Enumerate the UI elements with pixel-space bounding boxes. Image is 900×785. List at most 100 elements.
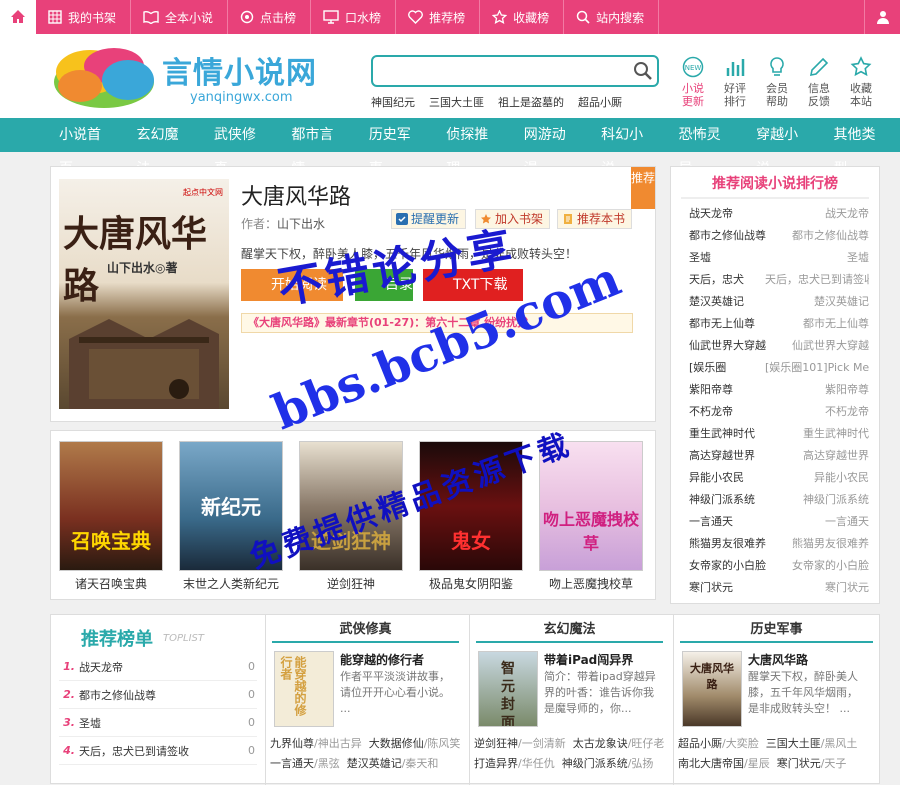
nav-time-travel[interactable]: 穿越小说 [745, 118, 822, 177]
nav-scifi[interactable]: 科幻小说 [590, 118, 667, 177]
rank-item[interactable]: 重生武神时代 重生武神时代 [689, 423, 869, 445]
rank-item[interactable]: 紫阳帝尊 紫阳帝尊 [689, 379, 869, 401]
rank-item[interactable]: 寒门状元 寒门状元 [689, 577, 869, 599]
book-link[interactable]: 大数据修仙/陈风笑 [369, 737, 461, 750]
rank-item[interactable]: 楚汉英雄记 楚汉英雄记 [689, 291, 869, 313]
toplist-row[interactable]: 1. 战天龙帝 0 [59, 653, 257, 681]
rank-item-title: 一言通天 [689, 515, 733, 528]
recommend-book-button[interactable]: 推荐本书 [557, 209, 633, 229]
featured-title[interactable]: 大唐风华路 [241, 179, 641, 211]
rank-item[interactable]: 仙武世界大穿越 仙武世界大穿越 [689, 335, 869, 357]
rank-item[interactable]: 天后，忠犬 天后，忠犬已到请签收 [689, 269, 869, 291]
book-card[interactable]: 鬼女 极品鬼女阴阳鉴 [419, 441, 523, 592]
category-book-desc: 醒掌天下权，醉卧美人膝，五千年风华烟雨，是非成败转头空！ ... [748, 670, 858, 715]
nav-detective[interactable]: 侦探推理 [435, 118, 512, 177]
home-button[interactable] [0, 0, 36, 34]
category-cover[interactable]: 大唐风华路 [682, 651, 742, 727]
toplist-row[interactable]: 4. 天后，忠犬已到请签收 0 [59, 737, 257, 765]
add-bookshelf-button[interactable]: 加入书架 [475, 209, 551, 229]
category-cover[interactable]: 能穿越的修行者 [274, 651, 334, 727]
txt-download-button[interactable]: TXT下载 [423, 269, 523, 301]
category-book-title[interactable]: 大唐风华路 [748, 651, 808, 668]
hot-word[interactable]: 神国纪元 [371, 94, 415, 110]
hot-word[interactable]: 超品小厮 [578, 94, 622, 110]
comment-rank-link[interactable]: 口水榜 [311, 0, 397, 34]
tool-label: 帮助 [766, 95, 788, 108]
feedback-link[interactable]: 信息 反馈 [798, 56, 840, 108]
good-review-rank-link[interactable]: 好评 排行 [714, 56, 756, 108]
nav-fantasy[interactable]: 玄幻魔法 [125, 118, 202, 177]
hot-word[interactable]: 祖上是盗墓的 [498, 94, 564, 110]
bookmark-site-link[interactable]: 收藏 本站 [840, 56, 882, 108]
favorite-rank-link[interactable]: 收藏榜 [480, 0, 565, 34]
book-link[interactable]: 神级门派系统/弘扬 [562, 757, 654, 770]
book-card[interactable]: 逆剑狂神 逆剑狂神 [299, 441, 403, 592]
book-link[interactable]: 超品小厮/大奕脸 [678, 737, 759, 750]
search-input[interactable] [379, 57, 629, 85]
site-search-link[interactable]: 站内搜索 [564, 0, 660, 34]
book-link[interactable]: 楚汉英雄记/秦天和 [347, 757, 439, 770]
bottom-section: 推荐榜单 TOPLIST 1. 战天龙帝 0 2. 都市之修仙战尊 0 3. 圣墟 0 4. 天… [50, 614, 880, 785]
book-link[interactable]: 打造异界/华任仇 [474, 757, 555, 770]
full-novels-link[interactable]: 全本小说 [131, 0, 229, 34]
rank-item[interactable]: 女帝家的小白脸 女帝家的小白脸 [689, 555, 869, 577]
book-link[interactable]: 一言通天/黑弦 [270, 757, 340, 770]
toplist-row[interactable]: 2. 都市之修仙战尊 0 [59, 681, 257, 709]
rank-item[interactable]: 战天龙帝 战天龙帝 [689, 203, 869, 225]
rank-item[interactable]: 都市无上仙尊 都市无上仙尊 [689, 313, 869, 335]
rank-item[interactable]: 不朽龙帝 不朽龙帝 [689, 401, 869, 423]
rank-item[interactable]: 熊猫男友很难养 熊猫男友很难养 [689, 533, 869, 555]
novel-update-link[interactable]: NEW 小说 更新 [672, 56, 714, 108]
book-link[interactable]: 太古龙象诀/旺仔老 [573, 737, 665, 750]
book-card[interactable]: 召唤宝典 诸天召唤宝典 [59, 441, 163, 592]
bookshelf-link[interactable]: 我的书架 [36, 0, 132, 34]
rank-item[interactable]: [娱乐圈 [娱乐圈101]Pick Me [689, 357, 869, 379]
nav-wuxia[interactable]: 武侠修真 [203, 118, 280, 177]
start-reading-button[interactable]: 开始阅读 [241, 269, 343, 301]
category-title[interactable]: 历史军事 [680, 615, 873, 643]
rank-item[interactable]: 异能小农民 异能小农民 [689, 467, 869, 489]
search-button[interactable] [633, 61, 653, 84]
rank-item[interactable]: 一言通天 一言通天 [689, 511, 869, 533]
category-book-title[interactable]: 能穿越的修行者 [340, 651, 424, 668]
bulb-icon [770, 57, 784, 76]
rank-item[interactable]: 神级门派系统 神级门派系统 [689, 489, 869, 511]
book-card[interactable]: 吻上恶魔拽校草 吻上恶魔拽校草 [539, 441, 643, 592]
table-of-contents-button[interactable]: 目录 [355, 269, 413, 301]
rank-number: 1. [63, 660, 75, 673]
remind-update-button[interactable]: 提醒更新 [391, 209, 467, 229]
toplist-row[interactable]: 3. 圣墟 0 [59, 709, 257, 737]
category-title[interactable]: 玄幻魔法 [476, 615, 663, 643]
featured-cover[interactable]: 起点中文网 大唐风华路 山下出水◎著 [59, 179, 229, 409]
nav-urban[interactable]: 都市言情 [280, 118, 357, 177]
recommend-rank-link[interactable]: 推荐榜 [396, 0, 481, 34]
book-link[interactable]: 寒门状元/天子 [777, 757, 847, 770]
nav-horror[interactable]: 恐怖灵异 [668, 118, 745, 177]
rank-item[interactable]: 都市之修仙战尊 都市之修仙战尊 [689, 225, 869, 247]
nav-other[interactable]: 其他类型 [823, 118, 900, 177]
click-rank-link[interactable]: 点击榜 [228, 0, 312, 34]
featured-author[interactable]: 山下出水 [277, 217, 325, 231]
category-title[interactable]: 武侠修真 [272, 615, 459, 643]
rank-item[interactable]: 圣墟 圣墟 [689, 247, 869, 269]
nav-game[interactable]: 网游动漫 [513, 118, 590, 177]
rank-item[interactable]: 高达穿越世界 高达穿越世界 [689, 445, 869, 467]
book-link[interactable]: 逆剑狂神/一剑清新 [474, 737, 566, 750]
hot-word[interactable]: 三国大土匪 [429, 94, 484, 110]
member-help-link[interactable]: 会员 帮助 [756, 56, 798, 108]
book-link[interactable]: 九界仙尊/神出古异 [270, 737, 362, 750]
category-cover[interactable]: 智元封面 [478, 651, 538, 727]
cover-text: 鬼女 [451, 529, 491, 553]
site-logo[interactable]: 言情小说网 yanqingwx.com [50, 40, 330, 114]
latest-chapter[interactable]: 《大唐风华路》最新章节(01-27)：第六十二章 纷纷扰扰 [241, 313, 633, 333]
rank-item-full: 紫阳帝尊 [825, 383, 869, 396]
book-link[interactable]: 三国大土匪/黑风土 [766, 737, 858, 750]
book-card[interactable]: 新纪元 末世之人类新纪元 [179, 441, 283, 592]
category-book-title[interactable]: 带着iPad闯异界 [544, 651, 633, 668]
user-button[interactable] [864, 0, 900, 34]
book-name: 末世之人类新纪元 [182, 577, 279, 591]
nav-home[interactable]: 小说首页 [48, 118, 125, 177]
book-link[interactable]: 南北大唐帝国/星辰 [678, 757, 770, 770]
nav-history[interactable]: 历史军事 [358, 118, 435, 177]
recommended-books: 召唤宝典 诸天召唤宝典 新纪元 末世之人类新纪元 逆剑狂神 逆剑狂神 鬼女 极品鬼女阴阳… [50, 430, 656, 600]
